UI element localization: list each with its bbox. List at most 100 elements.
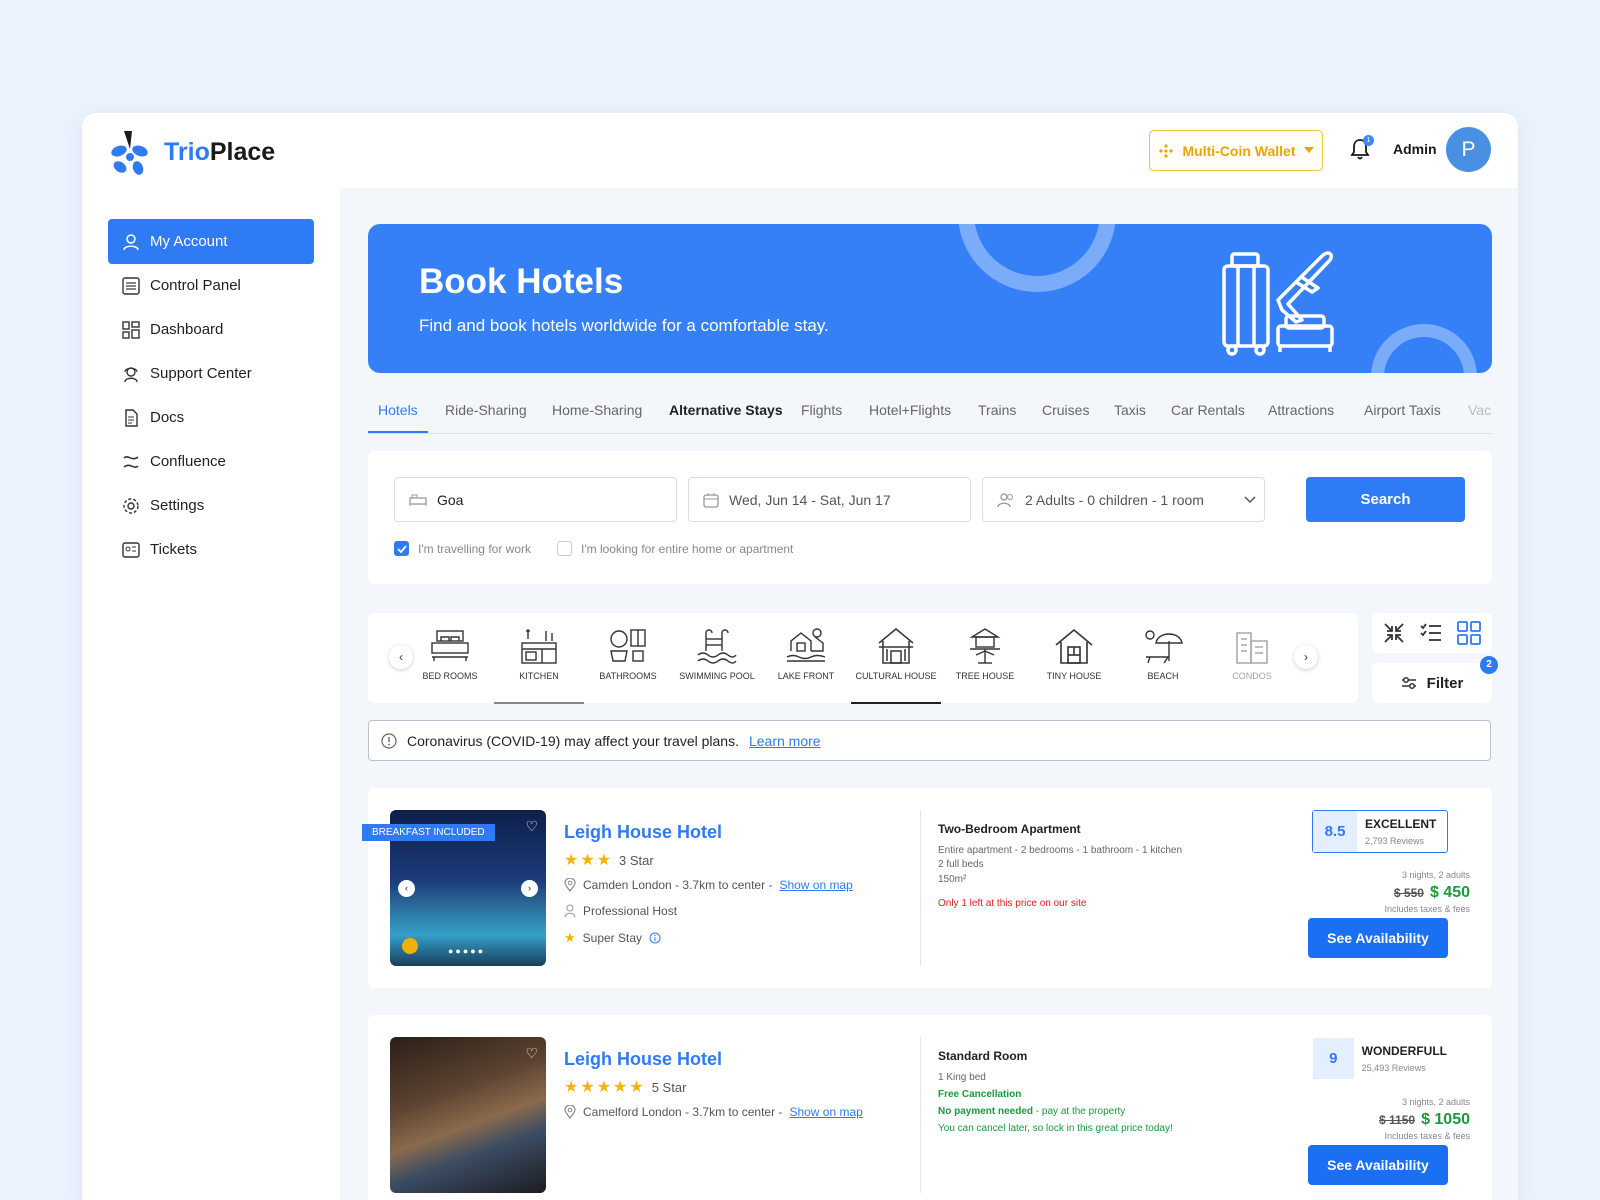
category-swimming-pool[interactable]: SWIMMING POOL: [672, 627, 762, 681]
search-button[interactable]: Search: [1306, 477, 1465, 522]
carousel-next-button[interactable]: ›: [1294, 645, 1318, 669]
decorative-ring: [1371, 324, 1477, 373]
category-tiny-house[interactable]: TINY HOUSE: [1029, 627, 1119, 681]
sidebar-item-support-center[interactable]: Support Center: [108, 351, 314, 396]
room-detail: 150m²: [938, 874, 967, 885]
tab-airport-taxis[interactable]: Airport Taxis: [1354, 388, 1451, 433]
heart-icon[interactable]: ♡: [525, 1045, 538, 1062]
location-text: Camelford London - 3.7km to center -: [583, 1105, 783, 1119]
category-tree-house[interactable]: TREE HOUSE: [940, 627, 1030, 681]
tab-ride-sharing[interactable]: Ride-Sharing: [435, 388, 537, 433]
checkbox-checked[interactable]: [394, 541, 409, 556]
show-on-map-link[interactable]: Show on map: [779, 878, 852, 892]
photo-prev-button[interactable]: ‹: [398, 880, 415, 897]
category-label: LAKE FRONT: [777, 671, 835, 681]
brand-logo[interactable]: TrioPlace: [110, 129, 275, 175]
category-carousel: ‹ BED ROOMS KITCHEN BATHROOMS SWIMMING P…: [368, 613, 1358, 704]
hotel-name[interactable]: Leigh House Hotel: [564, 822, 722, 843]
tab-car-rentals[interactable]: Car Rentals: [1161, 388, 1255, 433]
checkbox-unchecked[interactable]: [557, 541, 572, 556]
category-cultural-house[interactable]: CULTURAL HOUSE: [851, 627, 941, 704]
checklist-view-icon[interactable]: [1420, 622, 1442, 644]
multi-coin-wallet-button[interactable]: Multi-Coin Wallet: [1149, 130, 1323, 171]
avatar[interactable]: P: [1446, 127, 1491, 172]
see-availability-button[interactable]: See Availability: [1308, 1145, 1448, 1185]
sidebar-item-label: Tickets: [150, 541, 197, 558]
stay-summary: 3 nights, 2 adults: [1401, 870, 1470, 880]
booking-tabs: Hotels Ride-Sharing Home-Sharing Alterna…: [368, 388, 1492, 434]
lake-front-icon: [786, 628, 826, 662]
rating-word: EXCELLENT: [1365, 817, 1437, 831]
notifications-button[interactable]: 1: [1350, 135, 1374, 165]
sidebar-item-dashboard[interactable]: Dashboard: [108, 307, 314, 352]
grid-view-icon[interactable]: [1456, 621, 1481, 645]
cultural-house-icon: [878, 628, 914, 664]
sidebar-item-confluence[interactable]: Confluence: [108, 439, 314, 484]
hotel-card[interactable]: BREAKFAST INCLUDED ♡ ‹ › ●●●●● Leigh Hou…: [362, 788, 1492, 988]
travelling-for-work-checkbox[interactable]: I'm travelling for work: [394, 541, 531, 556]
confluence-icon: [123, 455, 139, 468]
stay-summary: 3 nights, 2 adults: [1401, 1097, 1470, 1107]
show-on-map-link[interactable]: Show on map: [789, 1105, 862, 1119]
tab-home-sharing[interactable]: Home-Sharing: [542, 388, 652, 433]
category-bathrooms[interactable]: BATHROOMS: [583, 627, 673, 681]
category-lake-front[interactable]: LAKE FRONT: [761, 627, 851, 681]
filter-count-badge: 2: [1480, 656, 1498, 674]
heart-icon[interactable]: ♡: [525, 818, 538, 835]
sliders-icon: [122, 276, 140, 295]
sidebar-item-settings[interactable]: Settings: [108, 483, 314, 528]
sidebar-item-docs[interactable]: Docs: [108, 395, 314, 440]
category-condos[interactable]: CONDOS: [1207, 627, 1297, 681]
tab-cruises[interactable]: Cruises: [1032, 388, 1099, 433]
tab-flights[interactable]: Flights: [791, 388, 852, 433]
host-icon: [564, 904, 576, 918]
sidebar-item-label: Settings: [150, 497, 205, 514]
user-name[interactable]: Admin: [1393, 141, 1437, 157]
tab-hotel-flights[interactable]: Hotel+Flights: [859, 388, 961, 433]
calendar-icon: [703, 492, 719, 508]
tab-alternative-stays[interactable]: Alternative Stays: [659, 388, 793, 433]
beach-umbrella-icon: [1145, 630, 1183, 664]
entire-home-checkbox[interactable]: I'm looking for entire home or apartment: [557, 541, 793, 556]
tab-taxis[interactable]: Taxis: [1104, 388, 1156, 433]
hotel-photo[interactable]: ♡: [390, 1037, 546, 1193]
super-stay-text: Super Stay: [582, 931, 643, 945]
sidebar-item-my-account[interactable]: My Account: [108, 219, 314, 264]
collapse-view-icon[interactable]: [1383, 622, 1405, 644]
users-icon: [997, 492, 1013, 507]
category-kitchen[interactable]: KITCHEN: [494, 627, 584, 704]
caret-down-icon: [1303, 147, 1314, 153]
tab-hotels[interactable]: Hotels: [368, 388, 428, 433]
super-stay: ★ Super Stay: [564, 930, 661, 946]
destination-field[interactable]: Goa: [394, 477, 677, 522]
date-range-field[interactable]: Wed, Jun 14 - Sat, Jun 17: [688, 477, 971, 522]
price-block: $ 550 $ 450: [1394, 884, 1470, 902]
category-label: BED ROOMS: [422, 671, 478, 681]
free-cancellation: Free Cancellation: [938, 1089, 1022, 1100]
hotel-card[interactable]: ♡ Leigh House Hotel ★★★★★ 5 Star Camelfor…: [368, 1015, 1492, 1200]
hotel-name[interactable]: Leigh House Hotel: [564, 1049, 722, 1070]
sidebar-item-tickets[interactable]: Tickets: [108, 527, 314, 572]
photo-next-button[interactable]: ›: [521, 880, 538, 897]
covid-text: Coronavirus (COVID-19) may affect your t…: [407, 732, 739, 749]
location-pin-icon: [564, 1105, 576, 1119]
star-icons: ★★★: [564, 852, 614, 869]
category-bed-rooms[interactable]: BED ROOMS: [405, 627, 495, 681]
learn-more-link[interactable]: Learn more: [749, 733, 821, 749]
hotel-location: Camden London - 3.7km to center - Show o…: [564, 878, 853, 892]
gear-icon: [123, 497, 139, 514]
info-icon[interactable]: [649, 932, 661, 944]
tab-vacation[interactable]: Vac: [1458, 388, 1492, 433]
sidebar-item-control-panel[interactable]: Control Panel: [108, 263, 314, 308]
category-label: TREE HOUSE: [955, 671, 1015, 681]
tab-attractions[interactable]: Attractions: [1258, 388, 1344, 433]
see-availability-button[interactable]: See Availability: [1308, 918, 1448, 958]
photo-pagination-dots[interactable]: ●●●●●: [448, 946, 485, 956]
guests-select[interactable]: 2 Adults - 0 children - 1 room: [982, 477, 1265, 522]
condos-icon: [1236, 632, 1268, 664]
category-beach[interactable]: BEACH: [1118, 627, 1208, 681]
filter-button[interactable]: Filter 2: [1372, 656, 1498, 703]
top-bar: TrioPlace Multi-Coin Wallet 1 Admin P: [82, 113, 1518, 188]
tab-trains[interactable]: Trains: [968, 388, 1026, 433]
grid-icon: [122, 320, 140, 339]
